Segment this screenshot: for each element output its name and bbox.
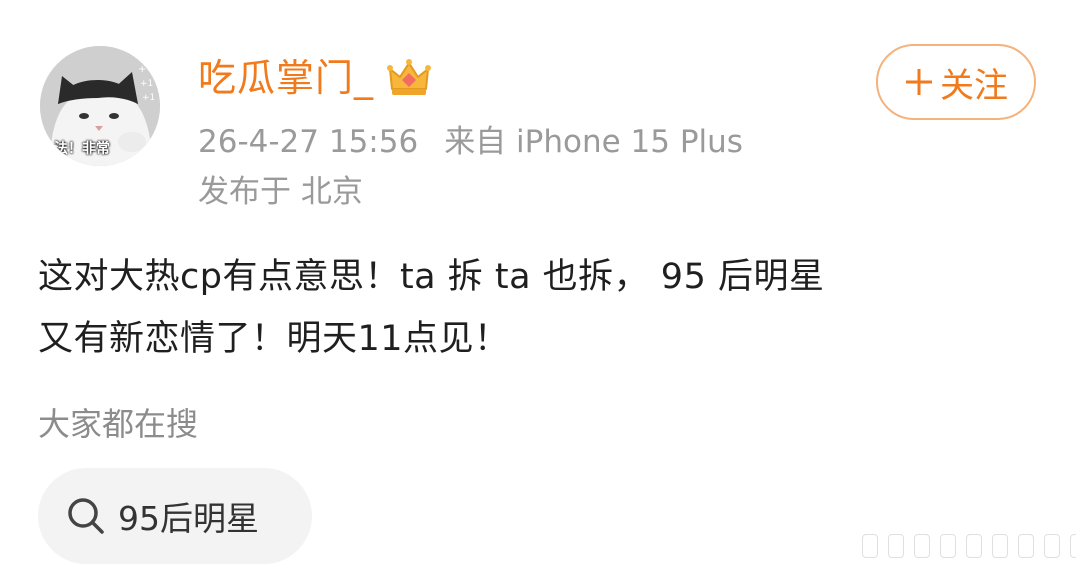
follow-button-label: 关注 — [940, 65, 1008, 106]
watermark-mark — [862, 534, 878, 558]
post-text-line: 这对大热cp有点意思！ta 拆 ta 也拆， 95 后明星 — [38, 257, 825, 297]
post-time: 26-4-27 15:56 — [198, 124, 419, 160]
svg-text:+1: +1 — [140, 79, 153, 89]
post-location: 发布于 北京 — [198, 174, 363, 210]
post-text-line: 又有新恋情了！明天11点见！ — [38, 319, 510, 359]
search-chip-label: 95后明星 — [118, 499, 259, 538]
watermark-mark — [1044, 534, 1060, 558]
svg-text:+: + — [138, 64, 146, 75]
watermark-mark — [940, 534, 956, 558]
plus-icon — [904, 67, 934, 97]
watermark-mark — [966, 534, 982, 558]
crown-icon[interactable] — [386, 55, 432, 101]
svg-text:+1: +1 — [142, 93, 155, 103]
follow-button[interactable]: 关注 — [876, 44, 1036, 120]
username-row: 吃瓜掌门_ — [198, 52, 432, 104]
search-icon — [64, 494, 108, 538]
avatar[interactable]: + +1 +1 法！非常 — [40, 46, 160, 166]
watermark-mark — [992, 534, 1008, 558]
watermark-mark — [1070, 534, 1076, 558]
post-meta: 26-4-27 15:56 来自 iPhone 15 Plus — [198, 118, 743, 166]
watermark-mark — [1018, 534, 1034, 558]
weibo-post: + +1 +1 法！非常 吃瓜掌门_ 26-4-27 15:56 来自 iPhon… — [0, 0, 1076, 572]
watermark-mark — [888, 534, 904, 558]
username[interactable]: 吃瓜掌门_ — [198, 52, 374, 104]
watermark-marks — [862, 528, 1076, 564]
avatar-caption: 法！非常 — [54, 141, 110, 157]
post-source: 来自 iPhone 15 Plus — [444, 124, 743, 160]
watermark-mark — [914, 534, 930, 558]
search-chip[interactable]: 95后明星 — [38, 468, 312, 564]
trending-search-header: 大家都在搜 — [38, 405, 199, 443]
post-body: 这对大热cp有点意思！ta 拆 ta 也拆， 95 后明星 又有新恋情了！明天1… — [38, 246, 1038, 370]
